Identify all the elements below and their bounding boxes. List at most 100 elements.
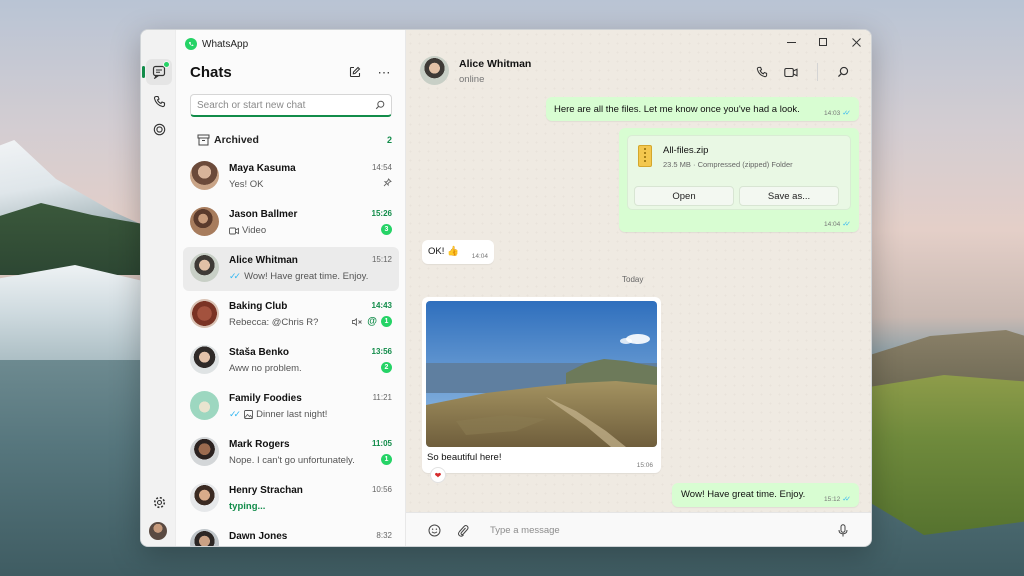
read-ticks-icon: ✓✓ <box>842 110 851 117</box>
chat-preview-text: Video <box>242 225 267 236</box>
open-file-button[interactable]: Open <box>634 186 734 206</box>
chat-row-stasa-benko[interactable]: Staša Benko 13:56 Aww no problem. 2 <box>183 339 399 383</box>
message-outgoing[interactable]: Wow! Have great time. Enjoy. 15:12 ✓✓ <box>672 483 859 507</box>
message-input[interactable] <box>490 520 820 540</box>
file-meta: 23.5 MB · Compressed (zipped) Folder <box>663 160 793 169</box>
contact-status: online <box>459 74 485 85</box>
conversation-header: Alice Whitman online <box>406 30 871 90</box>
file-name: All-files.zip <box>663 145 709 156</box>
message-time: 14:04 <box>823 220 841 228</box>
message-time: 14:03 <box>823 109 841 117</box>
profile-avatar[interactable] <box>149 522 167 540</box>
chat-time: 15:26 <box>371 209 392 218</box>
chat-row-maya-kasuma[interactable]: Maya Kasuma 14:54 Yes! OK <box>183 155 399 199</box>
search-chat-button[interactable] <box>834 63 852 81</box>
chat-row-mark-rogers[interactable]: Mark Rogers 11:05 Nope. I can't go unfor… <box>183 431 399 475</box>
wallpaper-snow <box>0 265 160 365</box>
read-ticks-icon: ✓✓ <box>229 271 241 281</box>
chat-time: 11:21 <box>372 393 392 402</box>
search-box[interactable] <box>190 94 392 117</box>
message-time: 14:04 <box>471 253 488 260</box>
unread-badge: 1 <box>381 454 392 465</box>
rail-calls-button[interactable] <box>146 88 172 114</box>
chat-time: 14:54 <box>371 163 392 172</box>
message-outgoing[interactable]: Here are all the files. Let me know once… <box>546 97 859 121</box>
chat-name: Family Foodies <box>229 393 302 404</box>
save-as-button[interactable]: Save as... <box>739 186 839 206</box>
chat-row-baking-club[interactable]: Baking Club 14:43 Rebecca: @Chris R? @ 1 <box>183 293 399 337</box>
chat-name: Mark Rogers <box>229 439 290 450</box>
chat-row-jason-ballmer[interactable]: Jason Ballmer 15:26 Video 3 <box>183 201 399 245</box>
pin-icon <box>383 178 392 187</box>
phone-icon <box>756 66 768 78</box>
shared-photo[interactable] <box>426 301 657 447</box>
message-text: Here are all the files. Let me know once… <box>554 104 800 115</box>
rail-settings-button[interactable] <box>146 489 172 515</box>
message-text: Wow! Have great time. Enjoy. <box>681 489 806 500</box>
chat-time: 15:12 <box>371 255 392 264</box>
rail-chats-button[interactable] <box>142 59 172 85</box>
chat-time: 14:43 <box>371 301 392 310</box>
chat-name: Jason Ballmer <box>229 209 298 220</box>
chats-heading: Chats <box>190 64 232 81</box>
file-attachment[interactable]: All-files.zip 23.5 MB · Compressed (zipp… <box>627 135 851 210</box>
chat-row-dawn-jones[interactable]: Dawn Jones 8:32 <box>183 523 399 546</box>
archived-count: 2 <box>386 135 392 145</box>
heart-reaction-icon[interactable]: ❤ <box>430 467 446 483</box>
chat-name: Dawn Jones <box>229 531 288 542</box>
chat-meta: 2 <box>381 362 392 373</box>
contact-avatar[interactable] <box>420 56 449 85</box>
whatsapp-window: WhatsApp Chats ⋯ Archived <box>140 29 872 547</box>
chat-name: Baking Club <box>229 301 288 312</box>
mention-icon: @ <box>367 316 377 327</box>
voice-message-button[interactable] <box>835 522 851 538</box>
mic-icon <box>838 523 848 536</box>
header-divider <box>817 63 818 81</box>
message-incoming[interactable]: OK! 👍 14:04 <box>422 240 494 264</box>
attach-button[interactable] <box>455 522 471 538</box>
more-icon: ⋯ <box>377 64 391 80</box>
chat-time: 10:56 <box>371 485 392 494</box>
avatar <box>190 437 219 466</box>
unread-badge: 3 <box>381 224 392 235</box>
read-ticks-icon: ✓✓ <box>229 409 241 419</box>
message-meta: 14:03 ✓✓ <box>823 109 851 118</box>
avatar <box>190 483 219 512</box>
rail-status-button[interactable] <box>146 116 172 142</box>
new-chat-button[interactable] <box>346 63 364 81</box>
archive-icon <box>197 134 210 146</box>
search-input[interactable] <box>197 99 375 111</box>
message-meta: 14:04 <box>472 253 488 260</box>
emoji-button[interactable] <box>426 522 442 538</box>
read-ticks-icon: ✓✓ <box>842 221 851 228</box>
chat-meta: 3 <box>381 224 392 235</box>
chat-row-henry-strachan[interactable]: Henry Strachan 10:56 typing... <box>183 477 399 521</box>
search-icon <box>375 100 385 110</box>
read-ticks-icon: ✓✓ <box>842 496 851 503</box>
avatar <box>190 253 219 282</box>
chat-name: Maya Kasuma <box>229 163 296 174</box>
chat-meta: 1 <box>381 454 392 465</box>
message-incoming-photo[interactable]: So beautiful here! 15:06 <box>422 297 661 473</box>
voice-call-button[interactable] <box>753 63 771 81</box>
status-icon <box>153 123 165 135</box>
video-call-button[interactable] <box>782 63 800 81</box>
zip-file-icon <box>638 145 652 167</box>
chat-preview: ✓✓ Dinner last night! <box>229 409 327 420</box>
message-time: 15:06 <box>636 462 653 469</box>
video-icon <box>229 227 239 234</box>
archived-row[interactable]: Archived 2 <box>190 130 392 150</box>
chat-row-alice-whitman[interactable]: Alice Whitman 15:12 ✓✓ Wow! Have great t… <box>183 247 399 291</box>
search-icon <box>837 66 849 78</box>
settings-icon <box>153 496 165 508</box>
chat-row-family-foodies[interactable]: Family Foodies 11:21 ✓✓ Dinner last nigh… <box>183 385 399 429</box>
photo-caption: So beautiful here! <box>427 452 502 463</box>
chat-preview: typing... <box>229 501 266 512</box>
chat-time: 8:32 <box>376 531 392 540</box>
avatar <box>190 161 219 190</box>
chat-time: 11:05 <box>371 439 392 448</box>
contact-name[interactable]: Alice Whitman <box>459 58 531 70</box>
chat-preview: ✓✓ Wow! Have great time. Enjoy. <box>229 271 368 282</box>
chat-preview-text: Wow! Have great time. Enjoy. <box>244 271 369 282</box>
list-menu-button[interactable]: ⋯ <box>375 63 393 81</box>
